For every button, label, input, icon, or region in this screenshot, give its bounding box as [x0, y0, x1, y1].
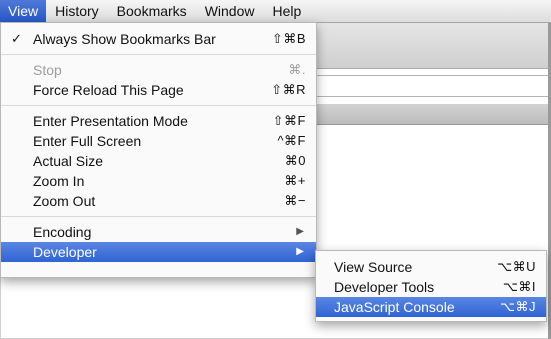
menu-item-label: Actual Size [33, 153, 104, 169]
menu-history[interactable]: History [46, 0, 108, 22]
menu-item-label: Enter Full Screen [33, 133, 142, 149]
menu-item-zoom-out[interactable]: Zoom Out ⌘− [1, 191, 316, 211]
menu-item-label: Always Show Bookmarks Bar [33, 31, 216, 47]
shortcut-label: ⌘+ [284, 173, 306, 188]
menu-view[interactable]: View [0, 0, 47, 22]
menu-item-label: View Source [334, 259, 413, 275]
menu-item-zoom-in[interactable]: Zoom In ⌘+ [1, 171, 316, 191]
menu-separator [1, 105, 316, 106]
menu-help[interactable]: Help [263, 0, 310, 22]
menu-item-label: Encoding [33, 224, 92, 240]
shortcut-label: ⇧⌘F [272, 113, 306, 128]
shortcut-label: ⇧⌘B [271, 31, 306, 46]
menu-item-label: Force Reload This Page [33, 82, 184, 98]
menu-item-label: Stop [33, 62, 62, 78]
shortcut-label: ⇧⌘R [271, 82, 306, 97]
shortcut-label: ⌘. [288, 62, 306, 77]
shortcut-label: ⌥⌘I [502, 279, 536, 294]
submenu-arrow-icon: ▶ [296, 226, 304, 237]
menu-separator [1, 216, 316, 217]
menu-item-label: Enter Presentation Mode [33, 113, 188, 129]
menu-item-force-reload[interactable]: Force Reload This Page ⇧⌘R [1, 80, 316, 100]
menu-item-label: Zoom In [33, 173, 85, 189]
view-menu-dropdown: ✓ Always Show Bookmarks Bar ⇧⌘B Stop ⌘. … [0, 22, 317, 278]
menu-window[interactable]: Window [196, 0, 264, 22]
menu-item-label: Zoom Out [33, 193, 96, 209]
menu-item-presentation-mode[interactable]: Enter Presentation Mode ⇧⌘F [1, 111, 316, 131]
menu-item-view-source[interactable]: View Source ⌥⌘U [316, 257, 546, 277]
shortcut-label: ^⌘F [277, 133, 306, 148]
menu-item-label: JavaScript Console [334, 299, 455, 315]
menu-bar: View History Bookmarks Window Help [0, 0, 551, 23]
menu-bookmarks[interactable]: Bookmarks [108, 0, 196, 22]
menu-item-actual-size[interactable]: Actual Size ⌘0 [1, 151, 316, 171]
checkmark-icon: ✓ [11, 31, 22, 46]
menu-separator [1, 54, 316, 55]
shortcut-label: ⌘0 [284, 153, 306, 168]
menu-item-developer[interactable]: Developer ▶ [1, 242, 316, 262]
developer-submenu: View Source ⌥⌘U Developer Tools ⌥⌘I Java… [315, 250, 547, 322]
shortcut-label: ⌥⌘J [500, 299, 536, 314]
submenu-arrow-icon: ▶ [296, 246, 304, 257]
menu-item-label: Developer [33, 244, 97, 260]
menu-item-label: Developer Tools [334, 279, 435, 295]
menu-item-always-show-bookmarks-bar[interactable]: ✓ Always Show Bookmarks Bar ⇧⌘B [1, 29, 316, 49]
menu-item-javascript-console[interactable]: JavaScript Console ⌥⌘J [316, 297, 546, 317]
shortcut-label: ⌥⌘U [497, 259, 536, 274]
shortcut-label: ⌘− [284, 193, 306, 208]
menu-item-encoding[interactable]: Encoding ▶ [1, 222, 316, 242]
menu-item-stop: Stop ⌘. [1, 60, 316, 80]
menu-item-developer-tools[interactable]: Developer Tools ⌥⌘I [316, 277, 546, 297]
address-bar[interactable] [296, 75, 551, 97]
menu-item-full-screen[interactable]: Enter Full Screen ^⌘F [1, 131, 316, 151]
